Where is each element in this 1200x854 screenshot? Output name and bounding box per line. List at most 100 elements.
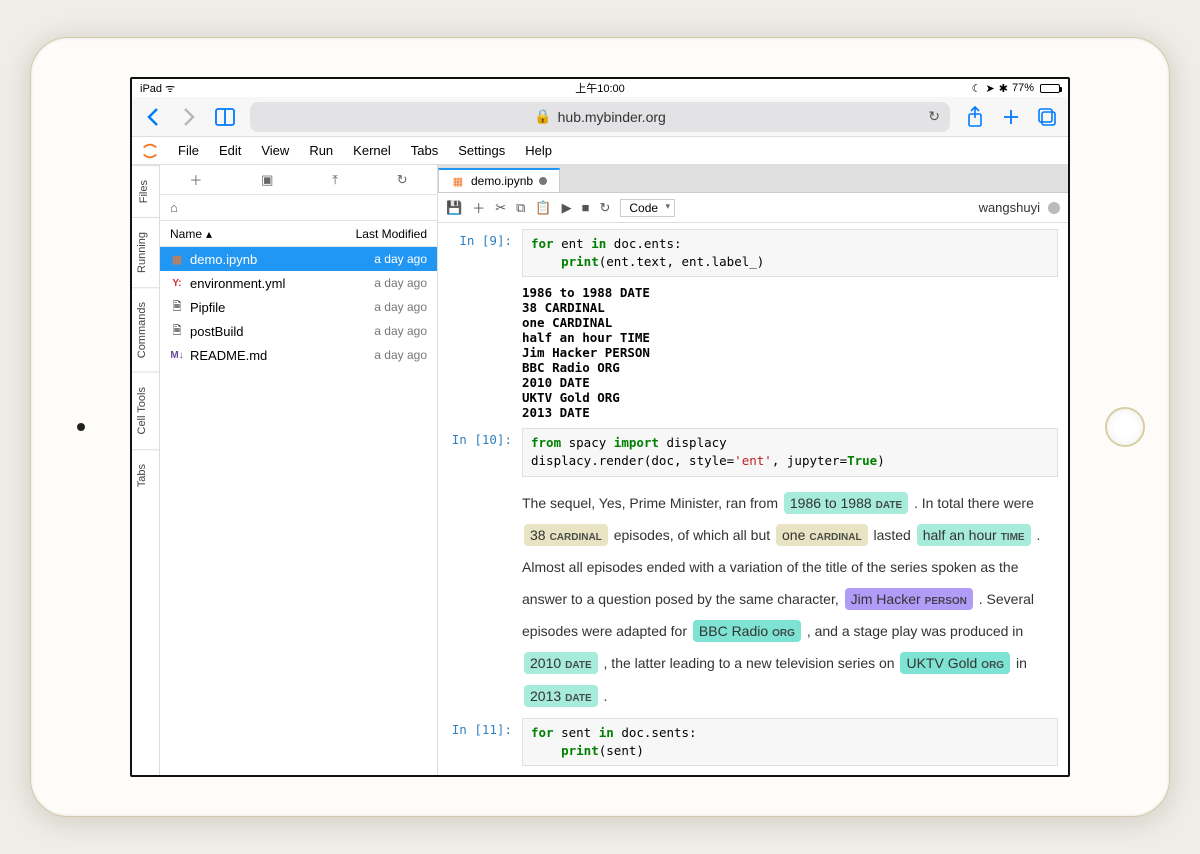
rail-tab-commands[interactable]: Commands [132,287,159,372]
file-modified: a day ago [374,348,427,362]
file-header: Name ▴ Last Modified [160,221,437,247]
menu-settings[interactable]: Settings [448,143,515,158]
rail-tab-running[interactable]: Running [132,217,159,287]
forward-button[interactable] [178,106,200,128]
file-icon: Y: [170,278,184,289]
battery-icon [1040,84,1060,93]
ent-time: half an hourTIME [917,524,1031,546]
menu-edit[interactable]: Edit [209,143,251,158]
prompt: In [10]: [448,428,522,476]
jupyter-logo-icon [138,139,162,163]
file-row[interactable]: Y: environment.yml a day ago [160,271,437,295]
notebook-tab[interactable]: ▦ demo.ipynb [438,168,560,192]
sort-asc-icon: ▴ [206,227,212,241]
code-input[interactable]: for ent in doc.ents: print(ent.text, ent… [522,229,1058,277]
menu-tabs[interactable]: Tabs [401,143,448,158]
ent-org: BBC RadioORG [693,620,801,642]
bluetooth-icon: ✱ [999,82,1008,95]
refresh-button[interactable]: ↻ [397,172,408,188]
back-button[interactable] [142,106,164,128]
file-name: README.md [190,348,267,363]
ipad-frame: iPad ᯤ 上午10:00 ☾ ➤ ✱ 77% 🔒 hub.mybinder.… [30,37,1170,817]
ios-statusbar: iPad ᯤ 上午10:00 ☾ ➤ ✱ 77% [132,79,1068,97]
ent-cardinal: 38CARDINAL [524,524,608,546]
restart-button[interactable]: ↻ [599,200,610,216]
code-cell-10[interactable]: In [10]: from spacy import displacy disp… [448,428,1058,476]
ent-person: Jim HackerPERSON [845,588,973,610]
rail-tab-tabs[interactable]: Tabs [132,449,159,501]
new-tab-button[interactable] [1000,106,1022,128]
ent-date: 2010DATE [524,652,598,674]
code-cell-9[interactable]: In [9]: for ent in doc.ents: print(ent.t… [448,229,1058,277]
run-button[interactable]: ▶ [562,200,572,216]
notebook-content[interactable]: In [9]: for ent in doc.ents: print(ent.t… [438,223,1068,775]
breadcrumb[interactable]: ⌂ [160,195,437,221]
output-cell-9: 1986 to 1988 DATE 38 CARDINAL one CARDIN… [448,281,1058,424]
cut-button[interactable]: ✂ [495,200,506,216]
jupyter-main: Files Running Commands Cell Tools Tabs ＋… [132,165,1068,775]
camera-dot [77,423,85,431]
wifi-icon: ᯤ [165,83,175,95]
notebook-tabbar: ▦ demo.ipynb [438,165,1068,193]
upload-button[interactable]: ⤒ [332,172,338,188]
new-folder-button[interactable]: ▣ [261,172,273,188]
menu-help[interactable]: Help [515,143,562,158]
file-name: postBuild [190,324,243,339]
code-cell-11[interactable]: In [11]: for sent in doc.sents: print(se… [448,718,1058,766]
file-row[interactable]: M↓ README.md a day ago [160,343,437,367]
share-button[interactable] [964,106,986,128]
file-list: ▦demo.ipynba day ago Y: environment.yml a d… [160,247,437,367]
kernel-user[interactable]: wangshuyi [979,200,1040,215]
code-input[interactable]: from spacy import displacy displacy.rend… [522,428,1058,476]
jupyter-menubar: File Edit View Run Kernel Tabs Settings … [132,137,1068,165]
stop-button[interactable]: ■ [582,200,590,215]
code-input[interactable]: for sent in doc.sents: print(sent) [522,718,1058,766]
bookmarks-button[interactable] [214,106,236,128]
file-row[interactable]: 🗎postBuilda day ago [160,319,437,343]
add-cell-button[interactable]: ＋ [472,198,485,217]
copy-button[interactable]: ⧉ [516,200,525,216]
output-cell-11: The sequel, Yes, Prime Minister, ran fro… [448,770,1058,775]
battery-percent: 77% [1012,82,1034,94]
col-modified[interactable]: Last Modified [356,227,427,241]
url-host: hub.mybinder.org [558,109,666,125]
output-text: The sequel, Yes, Prime Minister, ran fro… [522,770,1058,775]
ent-cardinal: oneCARDINAL [776,524,868,546]
menu-run[interactable]: Run [299,143,343,158]
lock-icon: 🔒 [534,108,551,125]
file-modified: a day ago [374,276,427,290]
file-icon: 🗎 [170,298,184,317]
device-label: iPad ᯤ [140,81,175,96]
file-browser: ＋ ▣ ⤒ ↻ ⌂ Name ▴ Last Modified ▦demo.ipy… [160,165,438,775]
file-row[interactable]: ▦demo.ipynba day ago [160,247,437,271]
prompt: In [11]: [448,718,522,766]
kernel-status-icon [1048,202,1060,214]
output-text: 1986 to 1988 DATE 38 CARDINAL one CARDIN… [522,281,1058,424]
rail-tab-celltools[interactable]: Cell Tools [132,372,159,449]
file-name: environment.yml [190,276,285,291]
ent-date: 2013DATE [524,685,598,707]
new-launcher-button[interactable]: ＋ [189,170,202,189]
moon-icon: ☾ [972,82,982,95]
file-modified: a day ago [374,300,427,314]
file-icon: M↓ [170,350,184,361]
url-field[interactable]: 🔒 hub.mybinder.org ↻ [250,102,950,132]
paste-button[interactable]: 📋 [535,200,551,216]
menu-view[interactable]: View [251,143,299,158]
screen: iPad ᯤ 上午10:00 ☾ ➤ ✱ 77% 🔒 hub.mybinder.… [130,77,1070,777]
tab-title: demo.ipynb [471,174,533,188]
notebook-toolbar: 💾 ＋ ✂ ⧉ 📋 ▶ ■ ↻ Code wangshuyi [438,193,1068,223]
cell-type-select[interactable]: Code [620,199,675,217]
reload-button[interactable]: ↻ [928,108,940,125]
home-button[interactable] [1105,407,1145,447]
col-name[interactable]: Name [170,227,202,241]
file-row[interactable]: 🗎Pipfilea day ago [160,295,437,319]
rail-tab-files[interactable]: Files [132,165,159,217]
save-button[interactable]: 💾 [446,200,462,216]
menu-kernel[interactable]: Kernel [343,143,401,158]
file-toolbar: ＋ ▣ ⤒ ↻ [160,165,437,195]
tabs-button[interactable] [1036,106,1058,128]
clock: 上午10:00 [575,80,625,96]
menu-file[interactable]: File [168,143,209,158]
displacy-output: The sequel, Yes, Prime Minister, ran fro… [522,481,1058,714]
